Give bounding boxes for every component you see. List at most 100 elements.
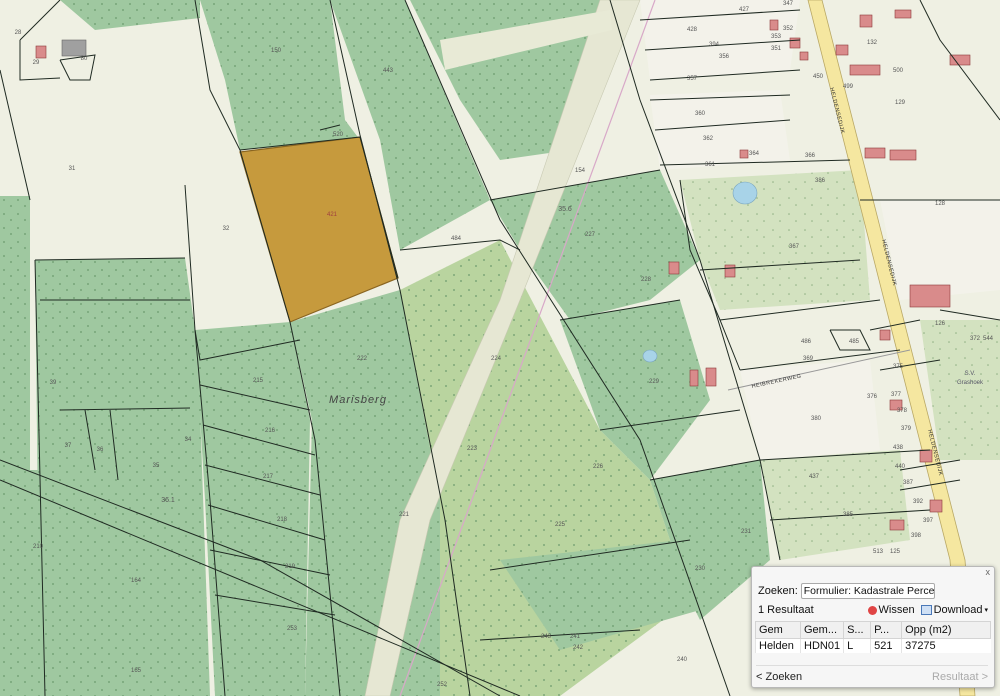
parcel-number: 484 [451, 236, 462, 242]
column-header[interactable]: Gem... [799, 621, 845, 639]
parcel-number: 513 [873, 549, 884, 555]
parcel-number: 225 [555, 522, 566, 528]
place-name-marisberg: Marisberg [329, 394, 387, 406]
parcel-number: 378 [897, 408, 908, 414]
parcel-number: 486 [801, 339, 812, 345]
back-to-search-link[interactable]: < Zoeken [756, 671, 802, 683]
parcel-number: 356 [719, 54, 730, 60]
table-cell: L [843, 638, 871, 653]
parcel-number: 360 [695, 111, 706, 117]
parcel-number: 222 [357, 356, 368, 362]
download-label: Download [933, 604, 983, 616]
download-button[interactable]: Download ▾ [920, 604, 988, 616]
search-row: Zoeken: Formulier: Kadastrale Perce ▼ [758, 583, 935, 599]
parcel-number: 228 [641, 277, 652, 283]
parcel-number: 351 [771, 46, 782, 52]
parcel-number: 34 [185, 437, 192, 443]
parcel-number: 224 [491, 356, 502, 362]
parcel-number: 347 [783, 1, 794, 7]
parcel-number: 499 [843, 84, 854, 90]
parcel-number: 376 [867, 394, 878, 400]
form-select[interactable]: Formulier: Kadastrale Perce ▼ [800, 583, 935, 599]
parcel-number: 39 [50, 380, 57, 386]
parcel-number: 36.1 [161, 497, 175, 504]
parcel-number: 223 [467, 446, 478, 452]
close-icon[interactable]: x [986, 567, 991, 577]
parcel-number: 36 [97, 447, 104, 453]
parcel-number: 226 [593, 464, 604, 470]
parcel-number: 440 [895, 464, 906, 470]
parcel-number: 240 [677, 657, 688, 663]
result-next-link[interactable]: Resultaat > [932, 671, 988, 683]
parcel-number: 394 [709, 42, 720, 48]
parcel-number: 32 [223, 226, 230, 232]
column-header[interactable]: Gem [755, 621, 801, 639]
parcel-number: 216 [265, 428, 276, 434]
parcel-number: 421 [327, 212, 338, 218]
parcel-number: 125 [890, 549, 901, 555]
parcel-number: 364 [749, 151, 760, 157]
table-row[interactable]: Helden HDN01 L 521 37275 [755, 638, 991, 653]
parcel-number: 35.6 [558, 206, 572, 213]
parcel-number: 437 [809, 474, 820, 480]
parcel-number: 500 [893, 68, 904, 74]
result-table: Gem Gem... S... P... Opp (m2) Helden HDN… [755, 621, 991, 653]
parcel-number: 227 [585, 232, 596, 238]
column-header[interactable]: Opp (m2) [901, 621, 991, 639]
parcel-number: 31 [69, 166, 76, 172]
parcel-number: 520 [333, 132, 344, 138]
parcel-number: 218 [277, 517, 288, 523]
parcel-number: 386 [815, 178, 826, 184]
column-header[interactable]: S... [843, 621, 872, 639]
parcel-number: 219 [285, 564, 296, 570]
zoeken-label: Zoeken: [758, 585, 798, 597]
result-count: 1 Resultaat [758, 604, 814, 616]
search-result-panel: x Zoeken: Formulier: Kadastrale Perce ▼ … [751, 566, 995, 688]
parcel-number: 80 [81, 56, 88, 62]
table-cell: 37275 [901, 638, 991, 653]
wissen-button[interactable]: Wissen [867, 604, 915, 616]
parcel-number: 150 [271, 48, 282, 54]
parcel-number: 357 [687, 76, 698, 82]
chevron-down-icon: ▾ [984, 607, 988, 614]
parcel-number: 372 [970, 336, 981, 342]
parcel-number: 241 [570, 634, 581, 640]
parcel-number: 126 [935, 321, 946, 327]
parcel-number: 243 [541, 634, 552, 640]
result-toolbar: 1 Resultaat Wissen Download ▾ [758, 604, 988, 616]
parcel-number: 230 [695, 566, 706, 572]
parcel-number: 379 [901, 426, 912, 432]
parcel-number: 450 [813, 74, 824, 80]
parcel-number: 229 [649, 379, 660, 385]
wissen-label: Wissen [878, 604, 915, 616]
parcel-number: 165 [131, 668, 142, 674]
parcel-number: 164 [131, 578, 142, 584]
parcel-number: 369 [803, 356, 814, 362]
poi-label: Grashoek [957, 380, 984, 386]
parcel-number: 242 [573, 645, 584, 651]
parcel-number: 210 [33, 544, 44, 550]
parcel-number: 385 [843, 512, 854, 518]
parcel-number: 29 [33, 60, 40, 66]
parcel-number: 221 [399, 512, 410, 518]
table-cell: Helden [755, 638, 801, 653]
parcel-number: 217 [263, 474, 274, 480]
parcel-number: 128 [935, 201, 946, 207]
parcel-number: 35 [153, 463, 160, 469]
table-cell: HDN01 [799, 638, 844, 653]
parcel-number: 352 [783, 26, 794, 32]
parcel-number: 397 [923, 518, 934, 524]
form-select-value: Formulier: Kadastrale Perce [803, 585, 935, 597]
parcel-number: 377 [891, 392, 902, 398]
table-cell: 521 [870, 638, 902, 653]
parcel-number: 375 [893, 364, 904, 370]
parcel-number: 443 [383, 68, 394, 74]
parcel-number: 428 [687, 27, 698, 33]
parcel-number: 231 [741, 529, 752, 535]
parcel-number: 215 [253, 378, 264, 384]
parcel-number: 132 [867, 40, 878, 46]
parcel-number: 353 [771, 34, 782, 40]
parcel-number: 37 [65, 443, 72, 449]
column-header[interactable]: P... [870, 621, 903, 639]
parcel-number: 392 [913, 499, 924, 505]
